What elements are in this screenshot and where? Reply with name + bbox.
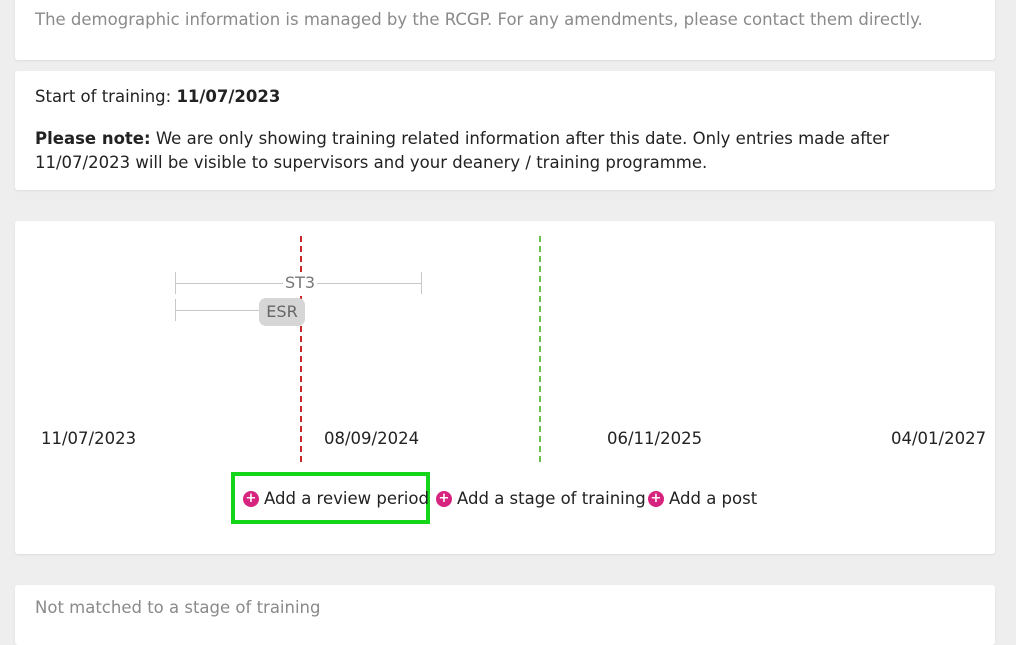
demographic-info-card: The demographic information is managed b… <box>15 0 995 60</box>
training-note: Please note: We are only showing trainin… <box>35 127 985 175</box>
unmatched-title: Not matched to a stage of training <box>35 598 321 617</box>
add-review-period-label: Add a review period <box>264 489 429 508</box>
add-post-label: Add a post <box>669 489 758 508</box>
add-review-period-button[interactable]: + Add a review period <box>243 489 429 508</box>
training-note-heading: Please note: <box>35 129 151 148</box>
training-timeline-card: ST3 ESR 11/07/2023 08/09/2024 06/11/2025… <box>15 221 995 554</box>
timeline-axis-label: 08/09/2024 <box>324 429 420 448</box>
plus-circle-icon: + <box>436 490 452 507</box>
timeline-axis-label: 06/11/2025 <box>607 429 703 448</box>
timeline-axis-label: 11/07/2023 <box>41 429 137 448</box>
future-marker-line <box>539 236 541 462</box>
today-marker-line <box>300 236 302 462</box>
add-stage-of-training-button[interactable]: + Add a stage of training <box>436 489 646 508</box>
training-start-label: Start of training: <box>35 87 177 106</box>
review-pill-esr[interactable]: ESR <box>259 298 305 326</box>
timeline-axis-label: 04/01/2027 <box>891 429 987 448</box>
training-start-line: Start of training: 11/07/2023 <box>35 87 280 106</box>
stage-label-st3[interactable]: ST3 <box>283 273 318 292</box>
add-post-button[interactable]: + Add a post <box>648 489 757 508</box>
add-stage-label: Add a stage of training <box>457 489 646 508</box>
demographic-info-text: The demographic information is managed b… <box>35 10 923 29</box>
training-note-text: We are only showing training related inf… <box>35 129 890 172</box>
unmatched-entries-card: Not matched to a stage of training <box>15 585 995 645</box>
training-start-card: Start of training: 11/07/2023 Please not… <box>15 71 995 190</box>
plus-circle-icon: + <box>648 490 664 507</box>
plus-circle-icon: + <box>243 490 259 507</box>
training-start-date: 11/07/2023 <box>176 87 281 106</box>
